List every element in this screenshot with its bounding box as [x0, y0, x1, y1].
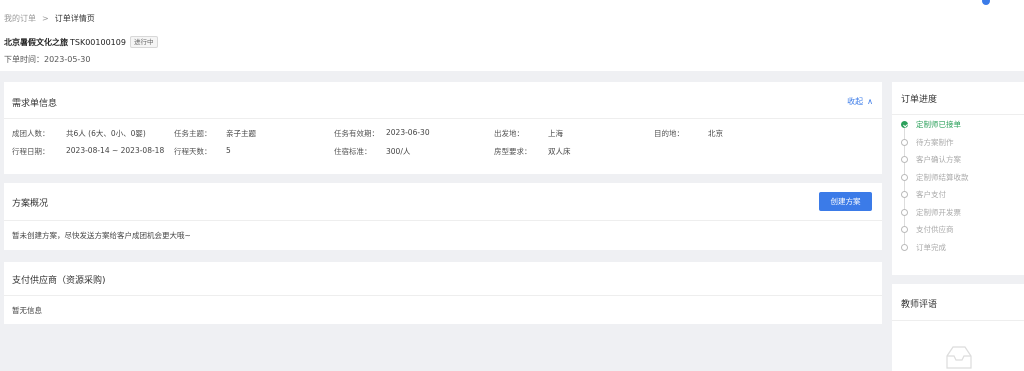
step-circle-icon — [901, 191, 908, 198]
progress-step: 支付供应商 — [900, 225, 969, 243]
requirements-title: 需求单信息 — [12, 99, 58, 109]
field-room-type: 房型要求： 双人床 — [494, 146, 571, 157]
order-progress-card: 订单进度 定制师已接单 待方案制作 客户确认方案 定制师结算收款 客户支付 定制… — [892, 82, 1024, 275]
field-label: 住宿标准： — [334, 147, 372, 156]
field-trip-dates: 行程日期： 2023-08-14 ~ 2023-08-18 — [12, 146, 164, 157]
status-badge: 进行中 — [130, 36, 158, 48]
collapse-button[interactable]: 收起 ∧ — [847, 96, 873, 107]
breadcrumb: 我的订单 > 订单详情页 — [4, 13, 95, 24]
progress-steps: 定制师已接单 待方案制作 客户确认方案 定制师结算收款 客户支付 定制师开发票 … — [900, 120, 969, 260]
field-value: 北京 — [708, 129, 723, 138]
order-header: 我的订单 > 订单详情页 北京暑假文化之旅 TSK00100109 进行中 下单时间：… — [0, 5, 1024, 71]
plan-empty-message: 暂未创建方案，尽快发送方案给客户成团机会更大哦~ — [12, 231, 191, 240]
supplier-card: 支付供应商（资源采购) 暂无信息 — [4, 262, 882, 324]
review-title: 教师评语 — [901, 300, 938, 310]
field-value: 5 — [226, 146, 231, 155]
step-label: 定制师已接单 — [916, 120, 961, 129]
field-value: 双人床 — [548, 147, 571, 156]
order-code: TSK00100109 — [70, 38, 126, 47]
field-label: 房型要求： — [494, 147, 532, 156]
supplier-title: 支付供应商（资源采购) — [12, 276, 106, 286]
field-value: 2023-06-30 — [386, 128, 430, 137]
field-group-size: 成团人数： 共6人 (6大、0小、0婴) — [12, 128, 146, 139]
breadcrumb-link-my-orders[interactable]: 我的订单 — [4, 14, 36, 23]
breadcrumb-separator: > — [42, 14, 49, 23]
step-circle-icon — [901, 173, 908, 181]
step-label: 客户支付 — [916, 190, 946, 199]
step-circle-icon — [901, 156, 908, 163]
requirements-card: 需求单信息 收起 ∧ 成团人数： 共6人 (6大、0小、0婴) 任务主题： 亲子主… — [4, 82, 882, 174]
step-label: 定制师开发票 — [916, 207, 961, 217]
order-title: 北京暑假文化之旅 TSK00100109 — [4, 37, 126, 48]
empty-inbox-icon — [946, 346, 972, 369]
field-trip-days: 行程天数： 5 — [174, 146, 231, 157]
create-plan-button[interactable]: 创建方案 — [819, 192, 872, 211]
chevron-up-icon: ∧ — [867, 97, 873, 106]
progress-title: 订单进度 — [901, 95, 938, 105]
progress-step: 定制师已接单 — [900, 120, 969, 138]
progress-step: 订单完成 — [900, 243, 969, 261]
field-label: 成团人数： — [12, 129, 50, 138]
field-validity: 任务有效期： 2023-06-30 — [334, 128, 430, 139]
field-label: 目的地： — [654, 129, 684, 138]
field-value: 300/人 — [386, 147, 411, 156]
field-value: 上海 — [548, 129, 563, 138]
progress-step: 待方案制作 — [900, 138, 969, 156]
field-label: 任务有效期： — [334, 129, 379, 138]
collapse-label: 收起 — [847, 97, 864, 106]
breadcrumb-current: 订单详情页 — [54, 14, 95, 23]
plan-card: 方案概况 创建方案 暂未创建方案，尽快发送方案给客户成团机会更大哦~ — [4, 183, 882, 250]
divider — [4, 220, 882, 221]
teacher-review-card: 教师评语 — [892, 284, 1024, 371]
field-value: 共6人 (6大、0小、0婴) — [66, 129, 146, 138]
plan-title: 方案概况 — [12, 199, 49, 209]
field-value: 2023-08-14 ~ 2023-08-18 — [66, 146, 165, 155]
field-label: 行程天数： — [174, 147, 212, 156]
step-label: 客户确认方案 — [916, 155, 961, 164]
divider — [4, 118, 882, 119]
supplier-empty-message: 暂无信息 — [12, 306, 42, 315]
step-circle-icon — [901, 208, 908, 216]
step-label: 订单完成 — [916, 242, 946, 252]
field-label: 出发地： — [494, 129, 524, 138]
field-theme: 任务主题： 亲子主题 — [174, 128, 256, 139]
check-circle-icon — [901, 121, 908, 128]
step-label: 待方案制作 — [916, 137, 954, 147]
field-label: 任务主题： — [174, 129, 212, 138]
step-label: 定制师结算收款 — [916, 172, 969, 182]
field-label: 行程日期： — [12, 147, 50, 156]
divider — [4, 295, 882, 296]
divider — [892, 320, 1024, 321]
field-destination: 目的地： 北京 — [654, 128, 723, 139]
field-accommodation: 住宿标准： 300/人 — [334, 146, 410, 157]
progress-step: 定制师结算收款 — [900, 173, 969, 191]
progress-step: 定制师开发票 — [900, 208, 969, 226]
step-label: 支付供应商 — [916, 225, 954, 234]
progress-step: 客户确认方案 — [900, 155, 969, 173]
order-created-time: 下单时间：2023-05-30 — [4, 55, 91, 64]
divider — [892, 114, 1024, 115]
step-circle-icon — [901, 243, 908, 251]
order-name: 北京暑假文化之旅 — [4, 38, 68, 47]
field-value: 亲子主题 — [226, 129, 256, 138]
step-circle-icon — [901, 138, 908, 146]
progress-step: 客户支付 — [900, 190, 969, 208]
field-departure: 出发地： 上海 — [494, 128, 563, 139]
step-circle-icon — [901, 226, 908, 233]
